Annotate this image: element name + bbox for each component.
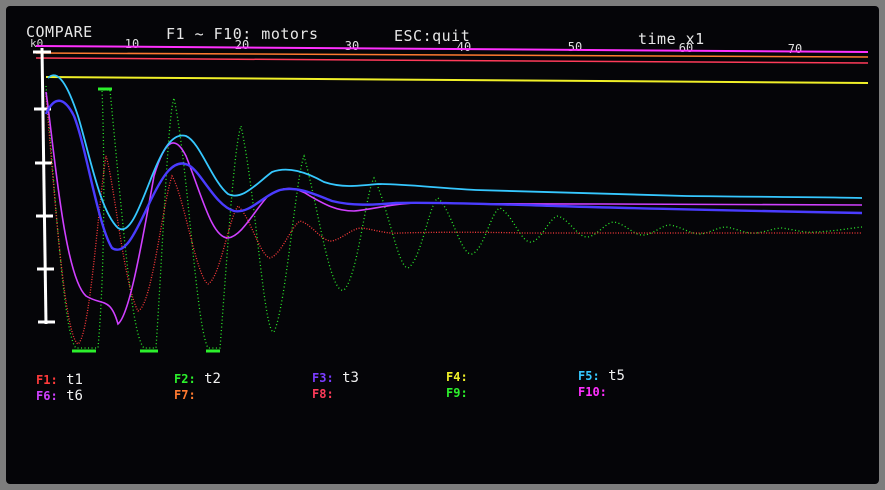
reference-line-magenta [35,45,869,53]
y-axis-line [40,47,48,325]
x-tick-label: 40 [457,40,471,54]
function-key-f4[interactable]: F4: [446,369,468,385]
x-tick-label: 50 [568,40,582,54]
trace-t1 [45,95,862,345]
function-key-f7[interactable]: F7: [174,387,196,403]
function-key-name: F1: [36,373,58,387]
trace-t5 [47,74,863,231]
function-key-name: F3: [312,371,334,385]
function-key-f6[interactable]: F6: t6 [36,388,83,404]
x-tick-label: 60 [679,41,693,55]
function-key-name: F6: [36,389,58,403]
y-axis [33,47,55,325]
function-key-f8[interactable]: F8: [312,386,334,402]
trace-t2 [45,85,863,353]
function-key-name: F4: [446,370,468,384]
trace-t6 [45,91,863,326]
reference-line-red [35,57,869,64]
function-key-trace-label: t6 [57,388,83,404]
function-key-name: F2: [174,372,196,386]
function-key-f10[interactable]: F10: [578,384,607,400]
trace-t1-curve [45,95,862,345]
trace-t2-curve [45,85,863,349]
function-key-trace-label: t2 [195,371,221,387]
function-key-f2[interactable]: F2: t2 [174,371,221,387]
x-tick-label: 20 [235,38,249,52]
function-key-trace-label: t3 [333,370,359,386]
function-key-trace-label: t5 [599,368,625,384]
reference-lines [35,45,869,84]
function-key-name: F10: [578,385,607,399]
reference-line-yellow [45,76,869,84]
function-key-name: F8: [312,387,334,401]
function-key-name: F9: [446,386,468,400]
trace-t3 [44,99,863,251]
function-key-f1[interactable]: F1: t1 [36,372,83,388]
function-key-f9[interactable]: F9: [446,385,468,401]
function-key-name: F7: [174,388,196,402]
trace-t6-curve [45,91,863,326]
x-tick-label: 10 [125,37,139,51]
trace-t5-curve [47,74,863,231]
function-key-f3[interactable]: F3: t3 [312,370,359,386]
x-tick-label: 70 [788,42,802,56]
x-tick-label: 30 [345,39,359,53]
trace-t3-curve [44,99,863,251]
function-key-trace-label: t1 [57,372,83,388]
response-plot: k0 10 20 30 40 50 60 70 [30,37,869,353]
compare-screen: COMPARE F1 ~ F10: motors ESC:quit time x… [6,6,879,484]
function-key-f5[interactable]: F5: t5 [578,368,625,384]
reference-line-orange [35,52,869,58]
function-key-name: F5: [578,369,600,383]
